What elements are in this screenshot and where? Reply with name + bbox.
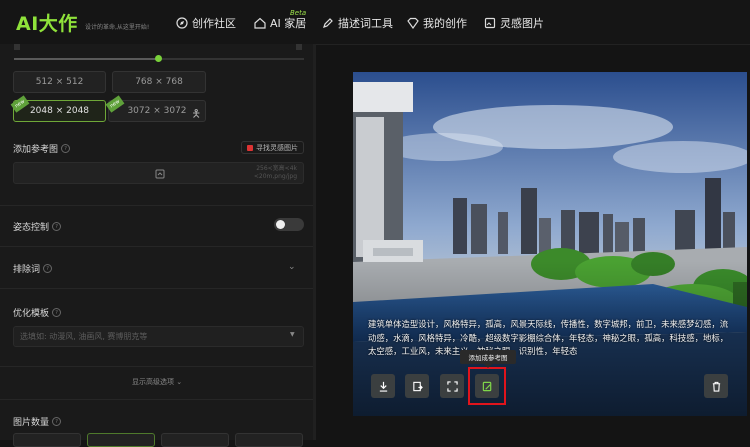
show-advanced-label: 显示高级选项 bbox=[132, 378, 174, 386]
nav-inspiration[interactable]: 灵感图片 bbox=[484, 15, 544, 31]
toggle-knob bbox=[276, 220, 285, 229]
panel-scrollbar[interactable] bbox=[313, 44, 316, 440]
chevron-down-icon[interactable]: ⌄ bbox=[288, 262, 296, 272]
delete-button[interactable] bbox=[704, 374, 728, 398]
nav-community-label: 创作社区 bbox=[192, 17, 236, 30]
help-icon[interactable]: ? bbox=[52, 417, 62, 426]
strength-slider-fill bbox=[14, 58, 158, 60]
nav-ai-home[interactable]: AI 家居 bbox=[254, 15, 306, 31]
exclude-words-label-text: 排除词 bbox=[13, 265, 41, 275]
size-option-3072-label: 3072 × 3072 bbox=[127, 106, 187, 116]
export-icon bbox=[412, 381, 423, 391]
section-divider bbox=[0, 399, 313, 400]
prompt-description: 建筑单体造型设计，风格特异，孤高，风景天际线，传播性，数字城邦，前卫，未来感梦幻… bbox=[368, 319, 729, 356]
chevron-down-icon: ⌄ bbox=[176, 378, 183, 386]
pose-control-label: 姿态控制 ? bbox=[13, 220, 62, 233]
expand-icon bbox=[446, 380, 458, 392]
template-label: 优化模板 ? bbox=[13, 306, 62, 319]
find-inspiration-button[interactable]: 寻找灵感图片 bbox=[241, 141, 304, 154]
download-icon bbox=[379, 381, 387, 392]
trash-icon bbox=[712, 381, 720, 392]
app-slogan: 设计的革命,从这里开始! bbox=[85, 24, 150, 31]
upload-hint: 256<宽高<4k <20m,png/jpg bbox=[254, 165, 297, 181]
nav-prompt-tool-label: 描述词工具 bbox=[338, 17, 393, 30]
compass-icon bbox=[176, 17, 188, 29]
exclude-words-label[interactable]: 排除词 ? bbox=[13, 262, 53, 275]
generated-image bbox=[353, 72, 747, 416]
size-option-3072[interactable]: new 3072 × 3072 🯅 bbox=[105, 95, 206, 122]
help-icon[interactable]: ? bbox=[61, 144, 71, 153]
beta-badge: Beta bbox=[290, 9, 307, 17]
nav-prompt-tool[interactable]: 描述词工具 bbox=[322, 15, 393, 31]
help-icon[interactable]: ? bbox=[52, 308, 62, 317]
diamond-icon bbox=[407, 17, 419, 29]
help-icon[interactable]: ? bbox=[43, 264, 53, 273]
count-option[interactable] bbox=[87, 433, 155, 447]
nav-community[interactable]: 创作社区 bbox=[176, 15, 236, 31]
add-reference-tooltip: 添加成参考图 bbox=[460, 350, 516, 368]
section-divider bbox=[0, 246, 313, 247]
select-caret-icon: ▼ bbox=[290, 331, 295, 338]
template-label-text: 优化模板 bbox=[13, 309, 50, 319]
section-divider bbox=[0, 366, 313, 367]
nav-my-creations[interactable]: 我的创作 bbox=[407, 15, 467, 31]
app-logo[interactable]: AI大作 bbox=[16, 9, 78, 36]
person-icon: 🯅 bbox=[191, 107, 201, 120]
section-divider bbox=[0, 288, 313, 289]
count-option[interactable] bbox=[13, 433, 81, 447]
size-option-2048[interactable]: new 2048 × 2048 bbox=[10, 95, 106, 122]
image-count-label: 图片数量 ? bbox=[13, 415, 62, 428]
ref-image-label-text: 添加参考图 bbox=[13, 145, 59, 155]
ref-image-label: 添加参考图 ? bbox=[13, 142, 71, 155]
image-search-icon bbox=[247, 144, 253, 151]
highlight-box bbox=[468, 367, 506, 405]
export-button[interactable] bbox=[405, 374, 429, 398]
nav-inspiration-label: 灵感图片 bbox=[500, 17, 544, 30]
pose-control-toggle[interactable] bbox=[274, 218, 304, 231]
nav-ai-home-label: AI 家居 bbox=[270, 17, 307, 30]
fullscreen-button[interactable] bbox=[440, 374, 464, 398]
generated-image-preview[interactable]: 建筑单体造型设计，风格特异，孤高，风景天际线，传播性，数字城邦，前卫，未来感梦幻… bbox=[353, 72, 747, 416]
template-select[interactable]: 选填如: 动漫风, 油画风, 赛博朋克等 bbox=[13, 326, 304, 347]
show-advanced-button[interactable]: 显示高级选项 ⌄ bbox=[132, 377, 182, 387]
pose-control-label-text: 姿态控制 bbox=[13, 223, 50, 233]
strength-slider-knob[interactable] bbox=[155, 55, 162, 62]
upload-hint-format: <20m,png/jpg bbox=[253, 173, 297, 180]
help-icon[interactable]: ? bbox=[52, 222, 62, 231]
upload-hint-size: 256<宽高<4k bbox=[256, 165, 297, 172]
image-icon bbox=[484, 17, 496, 29]
nav-my-creations-label: 我的创作 bbox=[423, 17, 467, 30]
download-button[interactable] bbox=[371, 374, 395, 398]
size-option-2048-label: 2048 × 2048 bbox=[29, 106, 90, 116]
count-option[interactable] bbox=[235, 433, 303, 447]
panel-top-mark bbox=[14, 44, 20, 50]
find-inspiration-label: 寻找灵感图片 bbox=[256, 143, 298, 152]
home-icon bbox=[254, 17, 266, 29]
panel-top-mark-right bbox=[296, 44, 302, 50]
upload-image-icon bbox=[155, 169, 165, 179]
ref-image-upload[interactable]: 256<宽高<4k <20m,png/jpg bbox=[13, 162, 304, 184]
size-option-512[interactable]: 512 × 512 bbox=[13, 71, 106, 93]
section-divider bbox=[0, 205, 313, 206]
image-count-label-text: 图片数量 bbox=[13, 418, 50, 428]
count-option[interactable] bbox=[161, 433, 229, 447]
pencil-icon bbox=[323, 18, 333, 28]
top-bar: AI大作 设计的革命,从这里开始! 创作社区 AI 家居 Beta 描述词工具 … bbox=[0, 0, 750, 45]
size-option-768[interactable]: 768 × 768 bbox=[112, 71, 206, 93]
